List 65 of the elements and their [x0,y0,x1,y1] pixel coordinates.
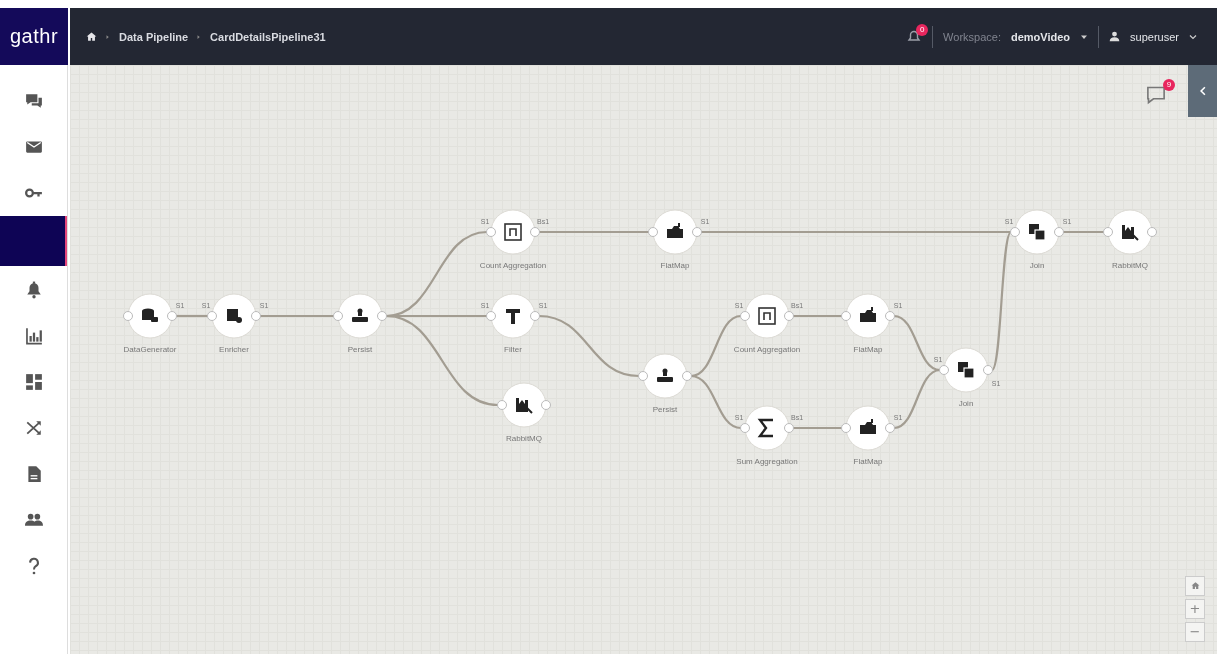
pipeline-node[interactable] [841,293,895,339]
connector-line [793,426,842,430]
shuffle-icon [24,418,43,437]
node-label: Filter [504,345,522,354]
connector-line [690,374,742,430]
persist-node-icon [352,308,368,322]
join-node-icon [958,362,975,379]
join-node-icon [1029,224,1046,241]
node-label: DataGenerator [123,345,177,354]
connector-line [176,314,208,318]
pipeline-node[interactable] [1103,209,1157,255]
sink-node-icon [516,398,533,414]
pipeline-node[interactable] [497,382,551,428]
comment-badge: 9 [1163,79,1175,91]
pipeline-node[interactable] [123,293,177,339]
user-icon [1109,31,1121,42]
flatmap-node-icon [667,223,683,238]
dashboard-icon [24,372,43,391]
sum-node-icon [757,418,773,438]
node-label: FlatMap [660,261,690,270]
flatmap-node-icon [860,307,876,322]
chat-icon [24,91,43,110]
connector-line [893,368,941,430]
node-label: Enricher [219,345,249,354]
node-label: FlatMap [853,345,883,354]
node-label: RabbitMQ [1112,261,1148,270]
count-node-icon [504,223,522,241]
fit-view-button[interactable] [1185,576,1205,596]
bell-icon [24,280,43,299]
logo[interactable]: gathr [0,8,68,65]
node-label: Count Aggregation [733,345,801,354]
pipeline-node[interactable] [841,405,895,451]
node-label: Persist [652,405,678,414]
node-label: FlatMap [853,457,883,466]
pipeline-node[interactable] [648,209,702,255]
notification-badge: 0 [916,23,929,36]
panel-toggle-button[interactable] [1188,65,1217,117]
node-label: Count Aggregation [479,261,547,270]
connector-line [1063,230,1104,234]
node-label: RabbitMQ [506,434,542,443]
home-icon[interactable] [86,31,97,42]
sidebar-item[interactable] [0,216,67,266]
filter-node-icon [506,309,520,324]
pipeline-node[interactable] [333,293,387,339]
sink-node-icon [1122,225,1139,241]
flatmap-node-icon [860,419,876,434]
home-icon [1190,581,1200,590]
caret-icon[interactable] [1189,32,1197,41]
persist-node-icon [657,368,673,382]
node-label: Persist [347,345,373,354]
node-label: Sum Aggregation [736,457,798,466]
breadcrumb-link[interactable]: Data Pipeline [119,30,189,43]
breadcrumb-link[interactable]: CardDetailsPipeline31 [210,30,326,43]
count-node-icon [758,307,776,325]
workspace-selector[interactable]: demoVideo [1011,30,1071,43]
bar-chart-icon [24,326,43,345]
comment-icon[interactable] [1145,85,1167,105]
workspace-label: Workspace: [943,30,1001,43]
pipeline-node[interactable] [638,353,692,399]
node-label: Join [958,399,974,408]
connector-line [793,314,842,318]
user-menu[interactable]: superuser [1130,30,1179,43]
source-node-icon [142,308,158,322]
enricher-node-icon [227,309,242,323]
node-label: Join [1029,261,1045,270]
